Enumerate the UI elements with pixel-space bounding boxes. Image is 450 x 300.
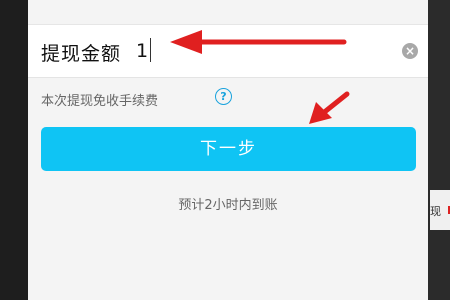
fee-note: 本次提现免收手续费 xyxy=(41,94,159,109)
amount-label: 提现金额 xyxy=(41,43,122,65)
sheet-header-strip xyxy=(28,0,428,25)
background-right: 现 xyxy=(428,0,450,300)
arrival-time-note: 预计2小时内到账 xyxy=(178,198,278,213)
clear-icon[interactable]: × xyxy=(402,43,418,59)
screen: 现 提现金额 × 本次提现免收手续费 ? 下一步 预计2小时内到账 xyxy=(0,0,450,300)
text-cursor xyxy=(150,38,151,62)
help-icon[interactable]: ? xyxy=(215,88,232,105)
amount-row: 提现金额 × xyxy=(28,25,428,78)
background-left xyxy=(0,0,28,300)
amount-input[interactable] xyxy=(136,35,386,67)
withdraw-sheet: 提现金额 × 本次提现免收手续费 ? 下一步 预计2小时内到账 xyxy=(28,0,428,300)
next-step-button[interactable]: 下一步 xyxy=(41,127,416,171)
background-side-text: 现 xyxy=(430,205,441,218)
